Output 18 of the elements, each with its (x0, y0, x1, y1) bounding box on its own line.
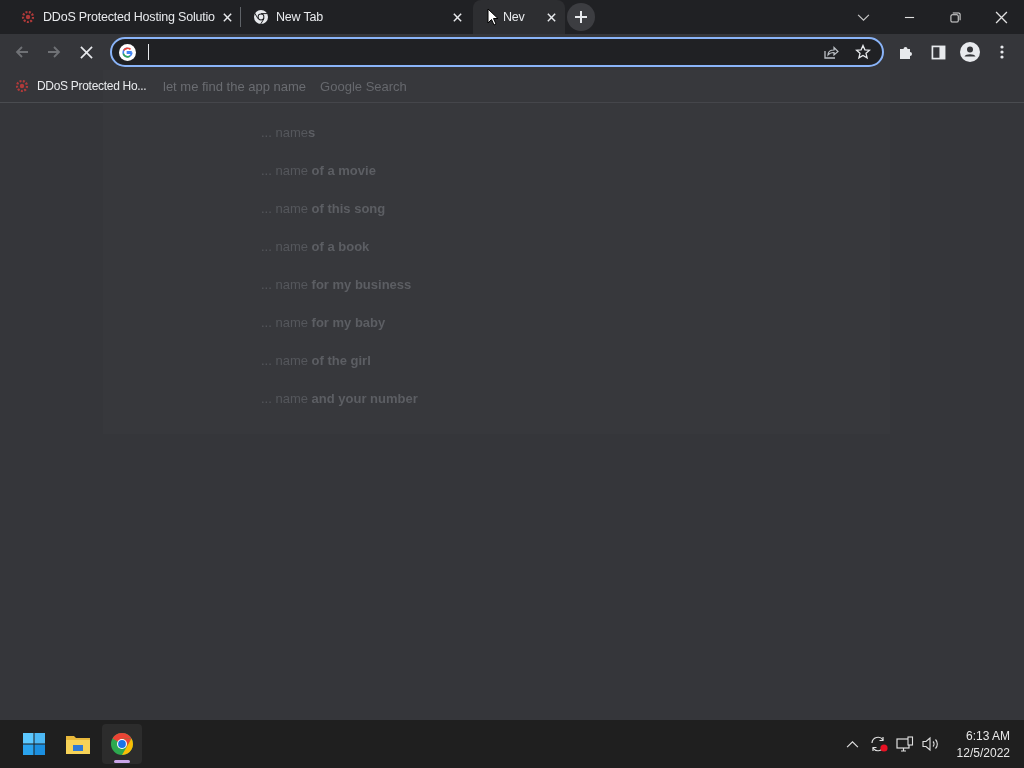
virus-icon (14, 78, 30, 94)
new-tab-button[interactable] (567, 3, 595, 31)
browser-tab[interactable]: Nev (473, 0, 565, 34)
tab-title: New Tab (276, 10, 324, 24)
clock-time[interactable]: 6:13 AM (965, 728, 1010, 743)
address-bar[interactable] (110, 37, 884, 67)
tab-title: Nev (503, 10, 525, 24)
mouse-cursor-icon (487, 8, 499, 26)
virus-icon (20, 9, 36, 25)
chrome-icon (253, 9, 269, 25)
chrome-icon[interactable] (102, 724, 142, 764)
bookmark[interactable]: DDoS Protected Ho... (12, 75, 149, 97)
clock-date[interactable]: 12/5/2022 (956, 745, 1010, 760)
plus-icon (574, 10, 588, 24)
google-icon (119, 43, 136, 61)
tab-title: DDoS Protected Hosting Solutio (43, 10, 215, 24)
browser-tab[interactable]: New Tab (241, 0, 473, 34)
browser-tab[interactable]: DDoS Protected Hosting Solutio (8, 0, 240, 34)
